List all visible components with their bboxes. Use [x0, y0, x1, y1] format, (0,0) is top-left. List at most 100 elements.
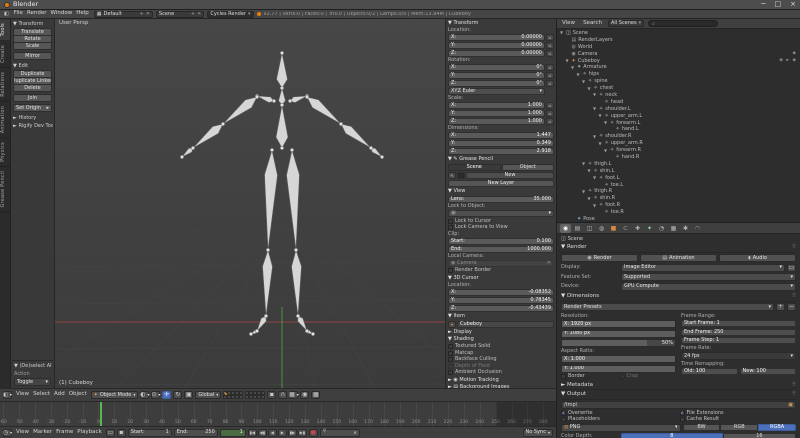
outliner-row-thigh-l[interactable]: ▼✧thigh.L: [557, 161, 800, 168]
collapse-icon[interactable]: ▼: [592, 204, 597, 208]
collapse-icon[interactable]: ▼: [559, 31, 564, 35]
rgb-button[interactable]: RGB: [720, 424, 758, 431]
outliner-row-camera[interactable]: ◉Camera◆: [557, 51, 800, 58]
collapse-icon[interactable]: ▼: [592, 107, 597, 111]
menu-file[interactable]: File: [12, 11, 25, 17]
scene-selector[interactable]: Scene + ✕: [156, 11, 204, 18]
menu-render[interactable]: Render: [25, 11, 49, 17]
transform-panel-header[interactable]: ▼ Transform: [12, 20, 53, 28]
add-preset-button[interactable]: +: [776, 303, 785, 311]
collapse-icon[interactable]: ▼: [587, 197, 592, 201]
outliner-filter-dropdown[interactable]: All Scenes▾: [608, 20, 644, 27]
menu-view[interactable]: View: [14, 392, 31, 398]
outliner-search-menu[interactable]: Search: [581, 21, 604, 27]
collapse-icon[interactable]: ▼: [587, 87, 592, 91]
grease-pencil-panel-header[interactable]: ▼ ✎ Grease Pencil: [448, 156, 554, 163]
shelf-tab-animation[interactable]: Animation: [0, 102, 10, 138]
render-icon[interactable]: ◆: [793, 59, 796, 64]
outliner-row-upper-arm-l[interactable]: ▼✧upper_arm.L: [557, 113, 800, 120]
overwrite-checkbox[interactable]: ✓Overwrite: [561, 411, 678, 416]
end-frame-field[interactable]: End Frame: 250: [681, 329, 796, 336]
lock-icon[interactable]: ▫: [546, 64, 554, 71]
aspect-x-field[interactable]: X: 1.000: [561, 355, 676, 363]
timeline-playhead[interactable]: [100, 402, 102, 426]
menu-add[interactable]: Add: [52, 392, 67, 398]
matcap-checkbox[interactable]: Matcap: [448, 351, 554, 356]
viewport-3d[interactable]: User Persp (1) Cubeboy: [55, 19, 445, 388]
auto-keyframe-record-button[interactable]: ●: [309, 429, 318, 437]
collapse-icon[interactable]: ▼: [581, 162, 586, 166]
outliner-view-menu[interactable]: View: [560, 21, 577, 27]
opengl-render-button[interactable]: ◉: [300, 391, 309, 399]
start-frame-field[interactable]: Start:1: [128, 429, 172, 437]
keying-set-dropdown[interactable]: ⚲✕: [320, 429, 360, 437]
menu-help[interactable]: Help: [74, 11, 91, 17]
collapse-icon[interactable]: ▼: [592, 93, 597, 97]
rigify-panel-header[interactable]: ► Rigify Dev Tools ...: [12, 122, 53, 130]
view-panel-header[interactable]: ▼ View: [448, 188, 554, 195]
rotation-x-field[interactable]: X:0°: [448, 64, 545, 71]
edit-panel-header[interactable]: ▼ Edit: [12, 62, 53, 70]
output-panel-header[interactable]: ▼ Output⠿: [561, 390, 796, 400]
frame-step-field[interactable]: Frame Step: 1: [681, 337, 796, 344]
lock-to-cursor-checkbox[interactable]: Lock to Cursor: [448, 219, 554, 224]
gp-object-toggle[interactable]: Object: [502, 164, 555, 171]
collapse-icon[interactable]: ▼: [576, 73, 581, 77]
outliner-row-hand-r[interactable]: ✧hand.R: [557, 154, 800, 161]
mirror-button[interactable]: Mirror: [13, 52, 52, 60]
rotation-z-field[interactable]: Z:0°: [448, 80, 545, 87]
bone-shin-l[interactable]: [263, 250, 273, 316]
bw-button[interactable]: BW: [683, 424, 721, 431]
scale-y-field[interactable]: Y:1.000: [448, 110, 545, 117]
jump-to-start-button[interactable]: ▮◀: [248, 429, 257, 437]
bone-shoulder-l[interactable]: [257, 96, 274, 103]
menu-window[interactable]: Window: [49, 11, 75, 17]
bone-forearm-l[interactable]: [193, 124, 223, 148]
bone-thigh-l[interactable]: [265, 150, 278, 250]
opengl-render-anim-button[interactable]: ▦: [311, 391, 320, 399]
outliner-search-input[interactable]: ⌕: [648, 20, 718, 27]
gp-scene-toggle[interactable]: Scene: [448, 164, 501, 171]
file-extensions-checkbox[interactable]: ✓File Extensions: [680, 411, 797, 416]
bone-head[interactable]: [277, 53, 288, 88]
lock-scene-button[interactable]: ▪: [267, 391, 276, 399]
motion-tracking-panel-header[interactable]: ► ◉ Motion Tracking: [448, 377, 554, 384]
bone-shin-r[interactable]: [292, 250, 302, 316]
cursor-z-field[interactable]: Z:-0.43439: [448, 305, 554, 312]
cursor-panel-header[interactable]: ▼ 3D Cursor: [448, 275, 554, 282]
crop-checkbox[interactable]: Crop: [620, 374, 677, 379]
remap-new-field[interactable]: New: 100: [740, 368, 797, 375]
outliner-row-shin-r[interactable]: ▼✧shin.R: [557, 195, 800, 202]
frame-lock-button[interactable]: ▪: [117, 429, 126, 437]
ambient-occlusion-checkbox[interactable]: Ambient Occlusion: [448, 370, 554, 375]
location-y-field[interactable]: Y:0.00000: [448, 42, 545, 49]
lens-field[interactable]: Lens:35.000: [448, 196, 554, 203]
outliner-row-foot-l[interactable]: ▼✧foot.L: [557, 175, 800, 182]
device-dropdown[interactable]: GPU Compute▾: [621, 283, 796, 291]
outliner-row-shin-l[interactable]: ▼✧shin.L: [557, 168, 800, 175]
outliner-row-scene[interactable]: ▼◫Scene: [557, 30, 800, 37]
properties-tab-object-data[interactable]: ✦: [644, 224, 655, 233]
display-dropdown[interactable]: Image Editor▾: [621, 264, 785, 272]
backface-culling-checkbox[interactable]: Backface Culling: [448, 357, 554, 362]
outliner-row-hand-l[interactable]: ✧hand.L: [557, 126, 800, 133]
lock-icon[interactable]: ▫: [546, 102, 554, 109]
gp-draw-icon[interactable]: ✎: [448, 172, 456, 179]
dimension-x-field[interactable]: X:1.447: [448, 132, 554, 139]
transform-panel-header[interactable]: ▼ Transform: [448, 20, 554, 27]
cache-result-checkbox[interactable]: Cache Result: [680, 417, 797, 422]
menu-select[interactable]: Select: [31, 392, 52, 398]
editor-type-icon[interactable]: ◧: [4, 12, 9, 17]
delete-layout-icon[interactable]: ✕: [146, 12, 150, 17]
outliner-row-head[interactable]: ✧head: [557, 99, 800, 106]
menu-view[interactable]: View: [14, 430, 31, 436]
depth-of-field-checkbox[interactable]: Depth of Field: [448, 364, 554, 369]
outliner-row-shoulder-r[interactable]: ▼✧shoulder.R: [557, 133, 800, 140]
display-lock-button[interactable]: ▭: [787, 264, 796, 272]
shelf-tab-relations[interactable]: Relations: [0, 68, 10, 102]
menu-frame[interactable]: Frame: [54, 430, 75, 436]
lock-icon[interactable]: ▫: [546, 34, 554, 41]
end-frame-field[interactable]: End:250: [174, 429, 218, 437]
lock-icon[interactable]: ▫: [546, 50, 554, 57]
bone-hand-r[interactable]: [371, 148, 382, 157]
